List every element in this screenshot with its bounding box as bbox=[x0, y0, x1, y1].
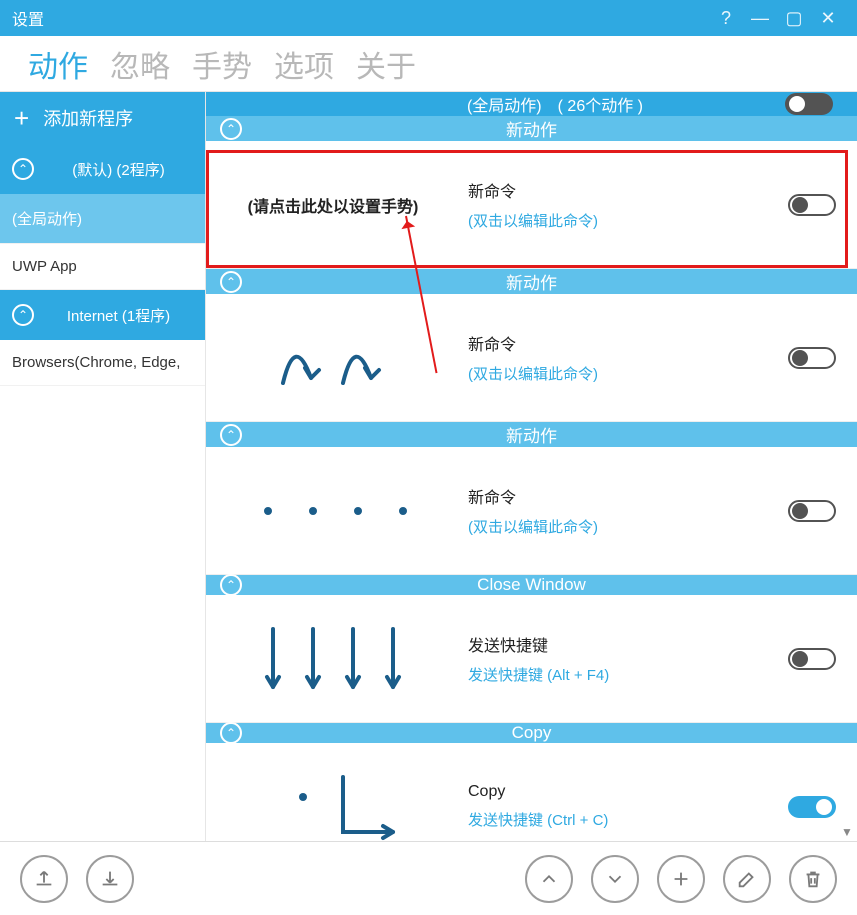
action-info[interactable]: 新命令 (双击以编辑此命令) bbox=[460, 294, 767, 421]
tabbar: 动作 忽略 手势 选项 关于 bbox=[0, 36, 857, 92]
move-down-button[interactable] bbox=[591, 855, 639, 903]
chevron-up-icon: ⌃ bbox=[12, 304, 34, 326]
export-button[interactable] bbox=[20, 855, 68, 903]
gesture-area[interactable]: (请点击此处以设置手势) bbox=[206, 141, 460, 268]
content-count-label: ( 26个动作 ) bbox=[558, 92, 643, 116]
sidebar-item-uwp-app[interactable]: UWP App bbox=[0, 244, 205, 290]
import-icon bbox=[99, 868, 121, 890]
action-group-header[interactable]: ⌃ 新动作 bbox=[206, 269, 857, 294]
content-scope-label: (全局动作) bbox=[467, 92, 542, 116]
delete-button[interactable] bbox=[789, 855, 837, 903]
gesture-placeholder-text: (请点击此处以设置手势) bbox=[248, 193, 419, 217]
action-toggle[interactable] bbox=[788, 648, 836, 670]
action-group-title: 新动作 bbox=[506, 422, 557, 447]
chevron-up-icon: ⌃ bbox=[220, 118, 242, 140]
scroll-indicator-icon[interactable]: ▼ bbox=[841, 825, 857, 841]
gesture-area[interactable] bbox=[206, 595, 460, 722]
sidebar: + 添加新程序 ⌃ (默认) (2程序) (全局动作) UWP App ⌃ In… bbox=[0, 92, 206, 841]
action-row: Copy 发送快捷键 (Ctrl + C) bbox=[206, 743, 857, 841]
action-info[interactable]: 发送快捷键 发送快捷键 (Alt + F4) bbox=[460, 595, 767, 722]
action-group-header[interactable]: ⌃ 新动作 bbox=[206, 116, 857, 141]
action-info[interactable]: 新命令 (双击以编辑此命令) bbox=[460, 141, 767, 268]
action-group-title: Copy bbox=[512, 723, 552, 743]
sidebar-group-header-default[interactable]: ⌃ (默认) (2程序) bbox=[0, 144, 205, 194]
action-toggle[interactable] bbox=[788, 347, 836, 369]
add-button[interactable] bbox=[657, 855, 705, 903]
action-toggle[interactable] bbox=[788, 500, 836, 522]
content-header: (全局动作) ( 26个动作 ) bbox=[206, 92, 857, 116]
action-name: 新命令 bbox=[468, 484, 767, 508]
action-info[interactable]: 新命令 (双击以编辑此命令) bbox=[460, 447, 767, 574]
sidebar-item-global-actions[interactable]: (全局动作) bbox=[0, 194, 205, 244]
action-group-header[interactable]: ⌃ Copy bbox=[206, 723, 857, 743]
edit-icon bbox=[736, 868, 758, 890]
gesture-preview-icon bbox=[233, 757, 433, 842]
chevron-down-icon bbox=[604, 868, 626, 890]
tab-ignore[interactable]: 忽略 bbox=[110, 42, 170, 86]
gesture-preview-icon bbox=[233, 461, 433, 561]
action-info[interactable]: Copy 发送快捷键 (Ctrl + C) bbox=[460, 743, 767, 841]
action-group-title: 新动作 bbox=[506, 116, 557, 141]
tab-options[interactable]: 选项 bbox=[274, 42, 334, 86]
action-name: 新命令 bbox=[468, 331, 767, 355]
action-row: 新命令 (双击以编辑此命令) bbox=[206, 294, 857, 422]
action-toggle[interactable] bbox=[788, 194, 836, 216]
maximize-icon[interactable]: ▢ bbox=[777, 8, 811, 29]
action-desc: (双击以编辑此命令) bbox=[468, 210, 767, 231]
tab-actions[interactable]: 动作 bbox=[28, 42, 88, 86]
titlebar: 设置 ? ― ▢ ✕ bbox=[0, 0, 857, 36]
action-group-title: Close Window bbox=[477, 575, 586, 595]
action-name: 发送快捷键 bbox=[468, 632, 767, 656]
plus-icon: + bbox=[14, 105, 29, 131]
sidebar-group-label: Internet (1程序) bbox=[44, 305, 193, 326]
gesture-preview-icon bbox=[233, 308, 433, 408]
action-desc: 发送快捷键 (Alt + F4) bbox=[468, 664, 767, 685]
chevron-up-icon: ⌃ bbox=[220, 424, 242, 446]
action-toggle[interactable] bbox=[788, 796, 836, 818]
sidebar-item-browsers[interactable]: Browsers(Chrome, Edge, bbox=[0, 340, 205, 386]
gesture-area[interactable] bbox=[206, 294, 460, 421]
export-icon bbox=[33, 868, 55, 890]
action-name: Copy bbox=[468, 783, 767, 801]
action-desc: (双击以编辑此命令) bbox=[468, 516, 767, 537]
master-toggle[interactable] bbox=[785, 93, 833, 115]
chevron-up-icon: ⌃ bbox=[220, 574, 242, 596]
action-desc: 发送快捷键 (Ctrl + C) bbox=[468, 809, 767, 830]
footer-toolbar bbox=[0, 841, 857, 915]
action-row: 发送快捷键 发送快捷键 (Alt + F4) bbox=[206, 595, 857, 723]
close-icon[interactable]: ✕ bbox=[811, 8, 845, 29]
import-button[interactable] bbox=[86, 855, 134, 903]
minimize-icon[interactable]: ― bbox=[743, 8, 777, 29]
chevron-up-icon: ⌃ bbox=[220, 271, 242, 293]
window-title: 设置 bbox=[12, 6, 44, 30]
tab-gestures[interactable]: 手势 bbox=[192, 42, 252, 86]
action-row: 新命令 (双击以编辑此命令) bbox=[206, 447, 857, 575]
help-icon[interactable]: ? bbox=[709, 8, 743, 29]
trash-icon bbox=[802, 868, 824, 890]
sidebar-group-header-internet[interactable]: ⌃ Internet (1程序) bbox=[0, 290, 205, 340]
action-group-header[interactable]: ⌃ 新动作 bbox=[206, 422, 857, 447]
plus-icon bbox=[670, 868, 692, 890]
content-pane: (全局动作) ( 26个动作 ) ⌃ 新动作 (请点击此处以设置手势) 新命令 … bbox=[206, 92, 857, 841]
edit-button[interactable] bbox=[723, 855, 771, 903]
move-up-button[interactable] bbox=[525, 855, 573, 903]
chevron-up-icon bbox=[538, 868, 560, 890]
chevron-up-icon: ⌃ bbox=[220, 722, 242, 744]
action-name: 新命令 bbox=[468, 178, 767, 202]
action-row: (请点击此处以设置手势) 新命令 (双击以编辑此命令) bbox=[206, 141, 857, 269]
add-program-button[interactable]: + 添加新程序 bbox=[0, 92, 205, 144]
action-desc: (双击以编辑此命令) bbox=[468, 363, 767, 384]
sidebar-group-label: (默认) (2程序) bbox=[44, 159, 193, 180]
add-program-label: 添加新程序 bbox=[43, 105, 133, 131]
gesture-area[interactable] bbox=[206, 743, 460, 841]
action-group-title: 新动作 bbox=[506, 269, 557, 294]
action-group-header[interactable]: ⌃ Close Window bbox=[206, 575, 857, 595]
tab-about[interactable]: 关于 bbox=[356, 42, 416, 86]
gesture-area[interactable] bbox=[206, 447, 460, 574]
chevron-up-icon: ⌃ bbox=[12, 158, 34, 180]
gesture-preview-icon bbox=[233, 609, 433, 709]
